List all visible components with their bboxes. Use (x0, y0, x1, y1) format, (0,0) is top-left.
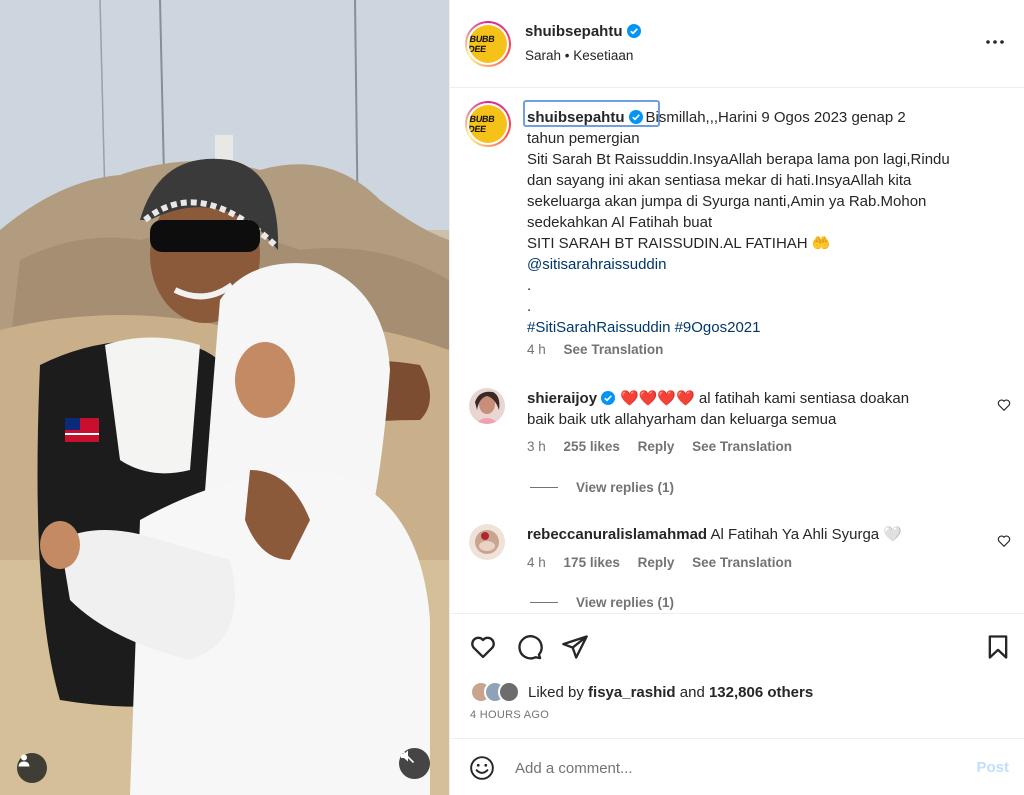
comment-input[interactable] (515, 753, 955, 783)
comment-icon[interactable] (515, 633, 543, 661)
post-header: BUBB DEE shuibsepahtu Sarah • Kesetiaan (450, 0, 1024, 88)
likes-prefix: Liked by (528, 683, 584, 701)
mute-button[interactable] (399, 748, 430, 779)
view-replies-label[interactable]: View replies (1) (576, 480, 674, 495)
post-photo[interactable] (0, 0, 449, 795)
more-icon[interactable] (983, 30, 1007, 54)
comment-body: Al Fatihah Ya Ahli Syurga 🤍 (710, 526, 902, 543)
caption-username[interactable]: shuibsepahtu (527, 109, 625, 126)
likes-others[interactable]: 132,806 others (709, 684, 813, 701)
caption-see-translation[interactable]: See Translation (564, 342, 664, 357)
audio-title[interactable]: Kesetiaan (573, 48, 633, 63)
comment-time[interactable]: 4 h (527, 555, 546, 570)
comment-avatar[interactable] (469, 524, 505, 560)
comment-avatar[interactable] (469, 388, 505, 424)
view-replies-button[interactable]: View replies (1) (530, 480, 674, 495)
avatar-logo-text: BUBB DEE (469, 34, 496, 54)
author-username[interactable]: shuibsepahtu (525, 23, 641, 40)
verified-icon (628, 110, 643, 124)
view-replies-line (530, 602, 558, 603)
view-replies-button[interactable]: View replies (1) (530, 595, 674, 610)
bookmark-icon[interactable] (984, 633, 1012, 661)
caption-hashtags[interactable]: #SitiSarahRaissuddin #9Ogos2021 (527, 319, 761, 336)
caption-mention[interactable]: @sitisarahraissuddin (527, 256, 666, 273)
post-actions: Liked by fisya_rashid and 132,806 others… (450, 613, 1024, 738)
view-replies-line (530, 487, 558, 488)
post-details-panel: BUBB DEE shuibsepahtu Sarah • Kesetiaan … (449, 0, 1024, 795)
author-avatar[interactable]: BUBB DEE (465, 21, 511, 67)
comment-meta: 3 h 255 likes Reply See Translation (527, 439, 806, 454)
author-username-text[interactable]: shuibsepahtu (525, 23, 623, 40)
verified-icon (601, 391, 616, 405)
caption-text-block: shuibsepahtu Bismillah,,,Harini 9 Ogos 20… (527, 107, 967, 338)
comment-reply-button[interactable]: Reply (638, 439, 675, 454)
comment-time[interactable]: 3 h (527, 439, 546, 454)
post-comment-button[interactable]: Post (976, 759, 1009, 776)
audio-separator: • (564, 48, 570, 63)
verified-icon (626, 24, 641, 38)
add-comment-bar: Post (450, 738, 1024, 795)
emoji-icon[interactable] (469, 755, 495, 781)
caption-author-avatar[interactable]: BUBB DEE (465, 101, 511, 147)
comment-likes[interactable]: 255 likes (564, 439, 620, 454)
photo-illustration (0, 0, 449, 795)
comment-username[interactable]: rebeccanuralislamahmad (527, 526, 707, 543)
likes-text: Liked by fisya_rashid and 132,806 others (528, 684, 813, 701)
comment-meta: 4 h 175 likes Reply See Translation (527, 555, 806, 570)
comment-see-translation[interactable]: See Translation (692, 439, 792, 454)
audio-info[interactable]: Sarah • Kesetiaan (525, 48, 633, 63)
caption-body: Bismillah,,,Harini 9 Ogos 2023 genap 2 t… (527, 109, 950, 252)
comment-like-icon[interactable] (997, 534, 1011, 548)
commenter-photo (469, 388, 505, 424)
comment-username[interactable]: shieraijoy (527, 390, 597, 407)
comment-like-icon[interactable] (997, 398, 1011, 412)
likes-user[interactable]: fisya_rashid (588, 684, 676, 701)
share-icon[interactable] (561, 633, 589, 661)
muted-icon (399, 748, 415, 764)
view-replies-label[interactable]: View replies (1) (576, 595, 674, 610)
comment-reply-button[interactable]: Reply (638, 555, 675, 570)
comment-see-translation[interactable]: See Translation (692, 555, 792, 570)
caption-meta: 4 h See Translation (527, 342, 663, 357)
liker-avatar[interactable] (498, 681, 520, 703)
comment-likes[interactable]: 175 likes (564, 555, 620, 570)
heart-icon[interactable] (469, 633, 497, 661)
post-timestamp[interactable]: 4 HOURS AGO (470, 709, 549, 721)
user-tag-icon (18, 754, 30, 767)
audio-artist[interactable]: Sarah (525, 48, 561, 63)
likes-summary: Liked by fisya_rashid and 132,806 others (470, 681, 813, 703)
caption-dots: . . (527, 277, 532, 315)
commenter-photo (469, 524, 505, 560)
comment-text-block: rebeccanuralislamahmad Al Fatihah Ya Ahl… (527, 524, 977, 545)
comment-text-block: shieraijoy ❤️❤️❤️❤️ al fatihah kami senti… (527, 388, 977, 430)
user-tag-button[interactable] (17, 753, 47, 783)
caption-avatar-logo-text: BUBB DEE (469, 114, 496, 134)
likes-and: and (679, 683, 705, 701)
caption-time[interactable]: 4 h (527, 342, 546, 357)
